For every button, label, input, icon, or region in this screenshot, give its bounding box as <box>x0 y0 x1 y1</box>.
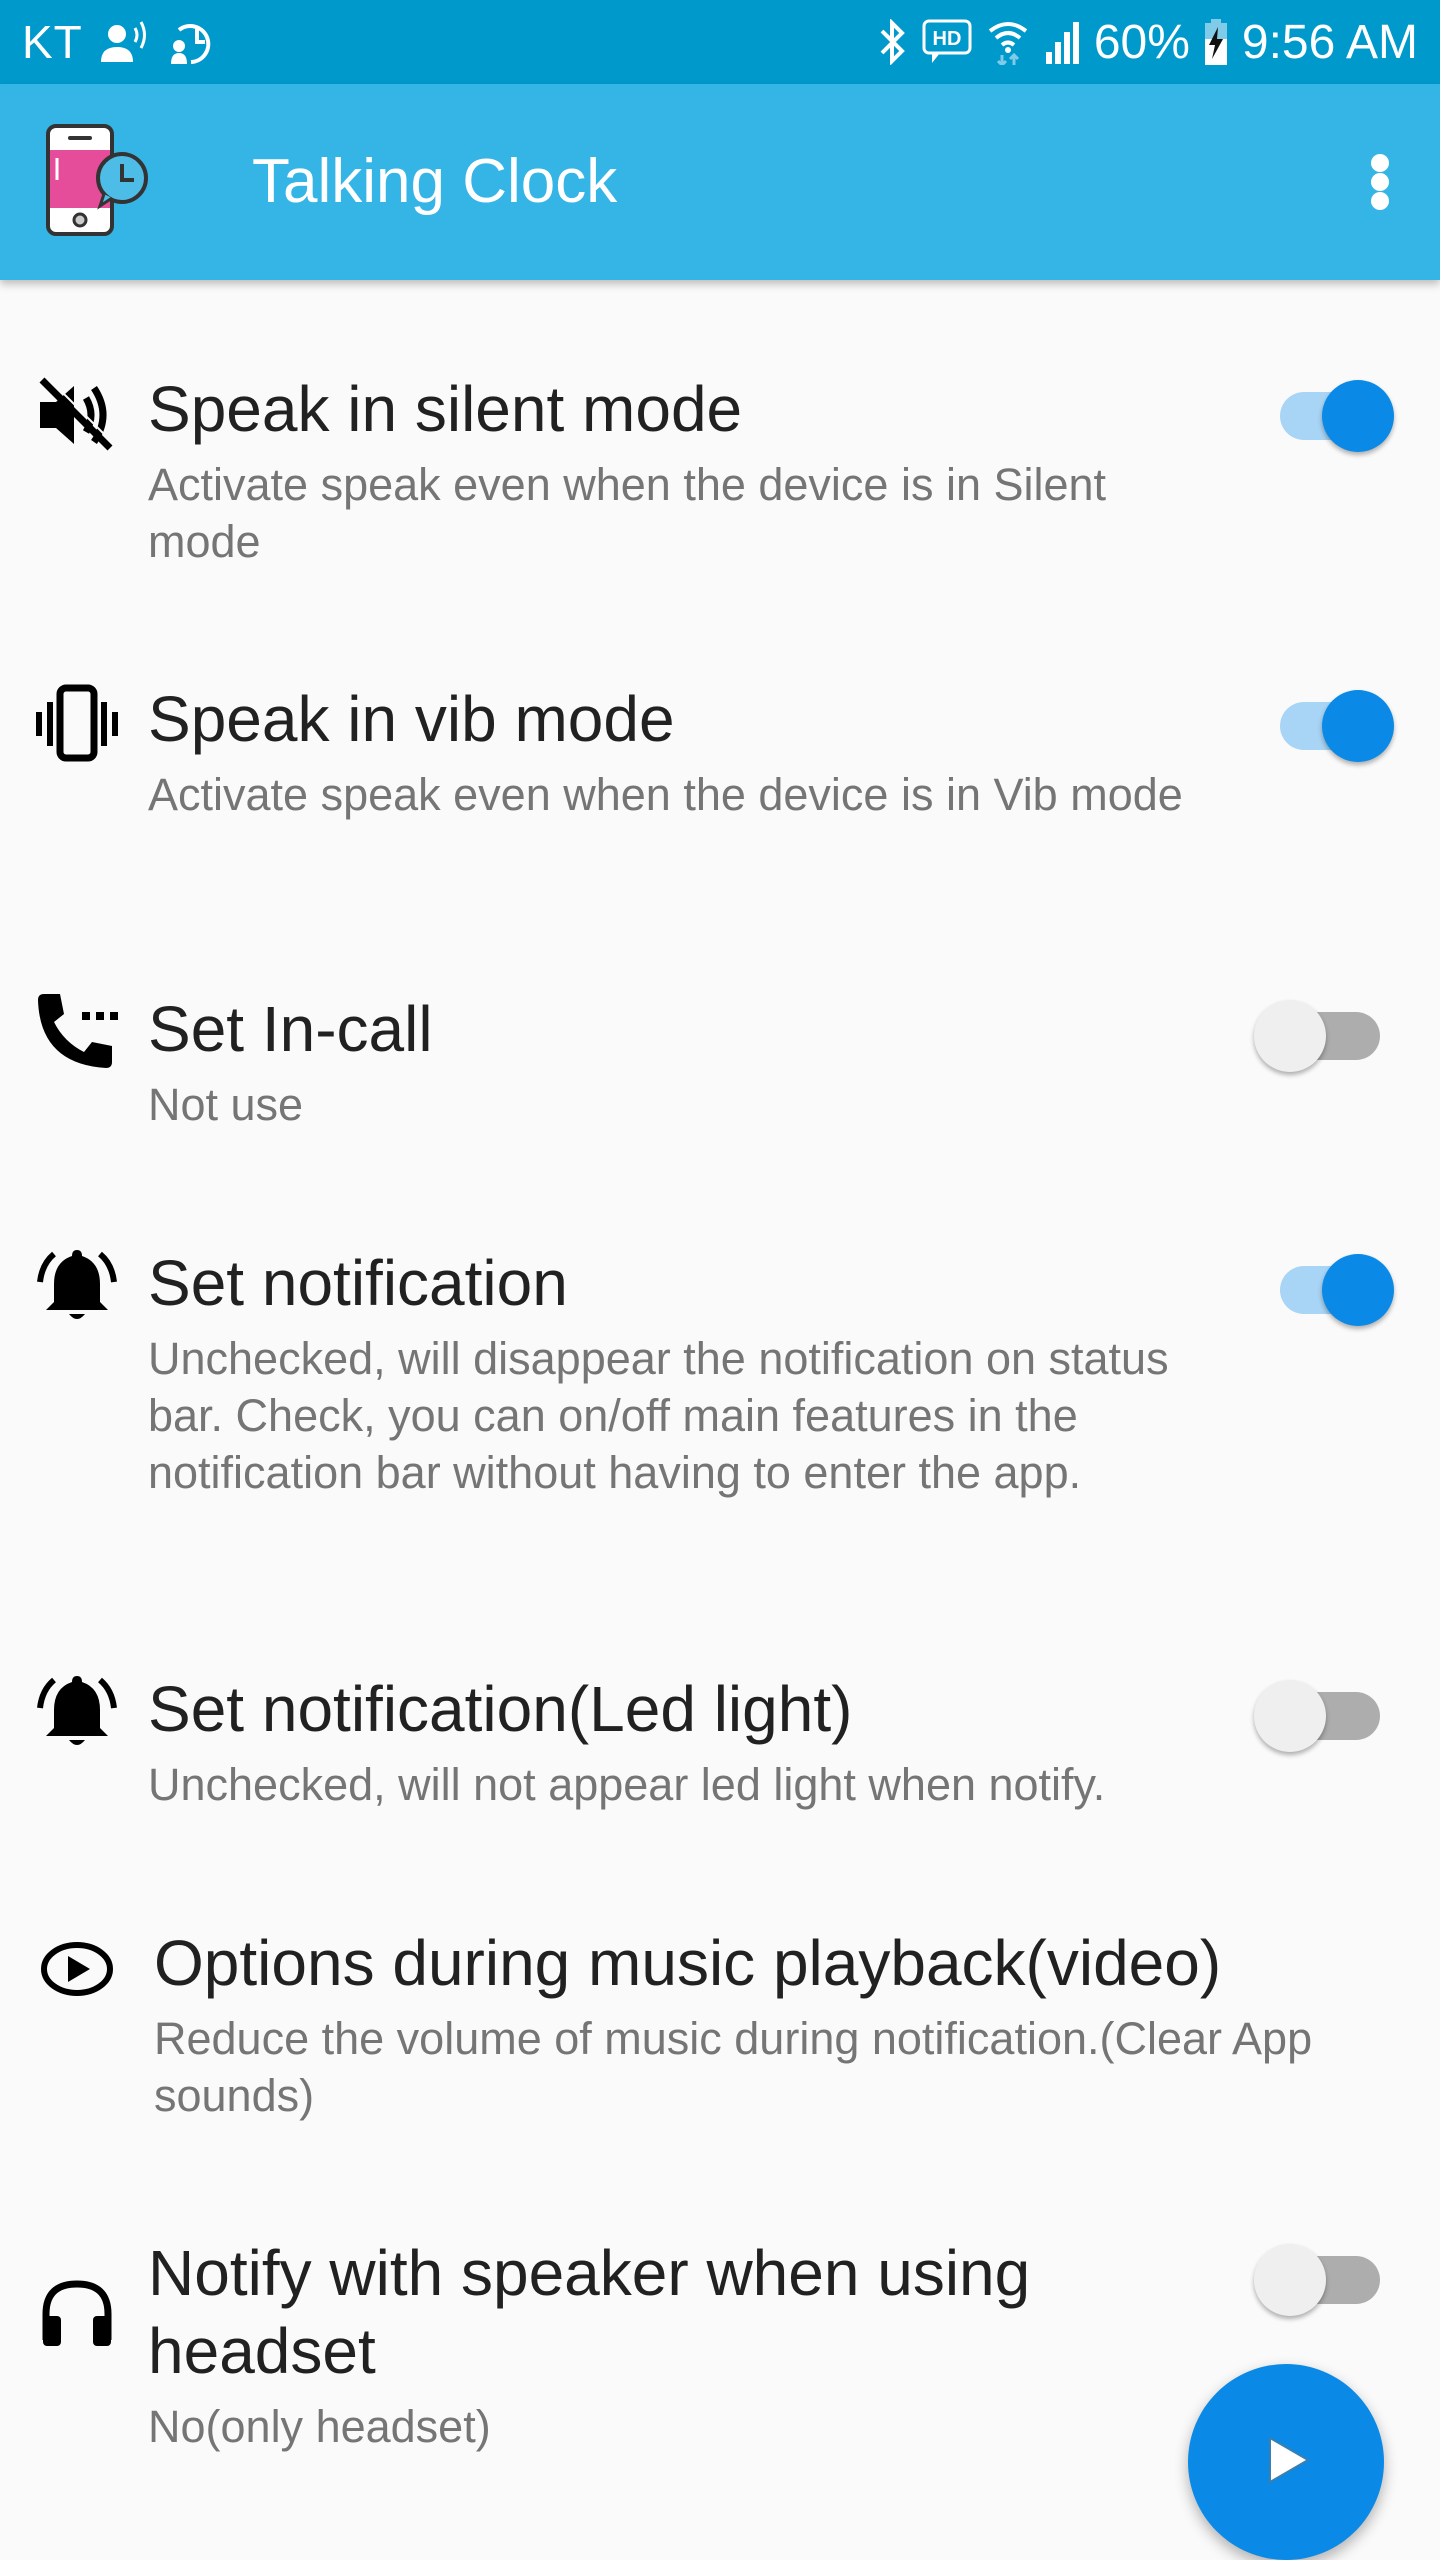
set-notification-switch[interactable] <box>1240 1240 1394 1330</box>
hd-voice-icon: HD <box>922 19 972 65</box>
set-in-call-switch[interactable] <box>1240 986 1390 1076</box>
battery-percent: 60% <box>1093 15 1190 69</box>
headset-icon <box>34 2270 120 2356</box>
contact-voice-icon <box>100 20 151 64</box>
pref-title: Options during music playback(video) <box>154 1927 1222 1999</box>
phone-in-call-icon <box>34 990 120 1076</box>
speak-silent-mode-switch[interactable] <box>1240 366 1394 456</box>
notification-bell-icon <box>34 1244 120 1330</box>
notification-bell-icon <box>34 1670 120 1756</box>
pref-title: Set notification <box>148 1247 568 1319</box>
talking-clock-logo <box>44 124 154 238</box>
pref-title: Set In-call <box>148 993 433 1065</box>
svg-text:HD: HD <box>932 28 961 50</box>
clock: 9:56 AM <box>1241 15 1418 69</box>
pref-summary: Reduce the volume of music during notifi… <box>154 2013 1313 2121</box>
pref-summary: Not use <box>148 1079 304 1130</box>
set-notification-led-switch[interactable] <box>1240 1666 1390 1756</box>
pref-summary: Unchecked, will not appear led light whe… <box>148 1759 1106 1810</box>
pref-speak-silent-mode[interactable]: Speak in silent mode Activate speak even… <box>0 370 1440 620</box>
status-bar: KT HD 60% 9:56 AM <box>0 0 1440 84</box>
pref-speak-vib-mode[interactable]: Speak in vib mode Activate speak even wh… <box>0 680 1440 930</box>
pref-summary: Activate speak even when the device is i… <box>148 769 1183 820</box>
pref-title: Speak in silent mode <box>148 373 743 445</box>
pref-summary: No(only headset) <box>148 2401 491 2452</box>
pref-music-playback-options[interactable]: Options during music playback(video) Red… <box>0 1924 1440 2174</box>
more-options-button[interactable] <box>1358 144 1402 220</box>
app-title: Talking Clock <box>252 147 618 216</box>
play-icon <box>1256 2430 1316 2495</box>
pref-set-notification-led[interactable]: Set notification(Led light) Unchecked, w… <box>0 1670 1440 1860</box>
signal-icon <box>1044 20 1080 64</box>
play-fab-button[interactable] <box>1188 2364 1384 2560</box>
pref-summary: Activate speak even when the device is i… <box>148 459 1107 567</box>
battery-charging-icon <box>1204 19 1228 65</box>
carrier-label: KT <box>22 16 83 68</box>
contact-history-icon <box>169 18 217 66</box>
wifi-icon <box>986 19 1030 65</box>
speak-vib-mode-switch[interactable] <box>1240 676 1394 766</box>
vibration-icon <box>34 682 120 768</box>
pref-set-notification[interactable]: Set notification Unchecked, will disappe… <box>0 1244 1440 1604</box>
pref-set-in-call[interactable]: Set In-call Not use <box>0 990 1440 1180</box>
app-bar: Talking Clock <box>0 84 1440 280</box>
pref-title: Set notification(Led light) <box>148 1673 853 1745</box>
pref-title: Notify with speaker when using headset <box>148 2237 1031 2387</box>
volume-off-icon <box>34 372 120 458</box>
pref-title: Speak in vib mode <box>148 683 675 755</box>
bluetooth-icon <box>878 19 908 65</box>
notify-speaker-headset-switch[interactable] <box>1240 2230 1390 2320</box>
play-circle-icon <box>34 1926 120 2012</box>
pref-summary: Unchecked, will disappear the notificati… <box>148 1333 1169 1498</box>
more-vert-icon <box>1371 154 1389 172</box>
